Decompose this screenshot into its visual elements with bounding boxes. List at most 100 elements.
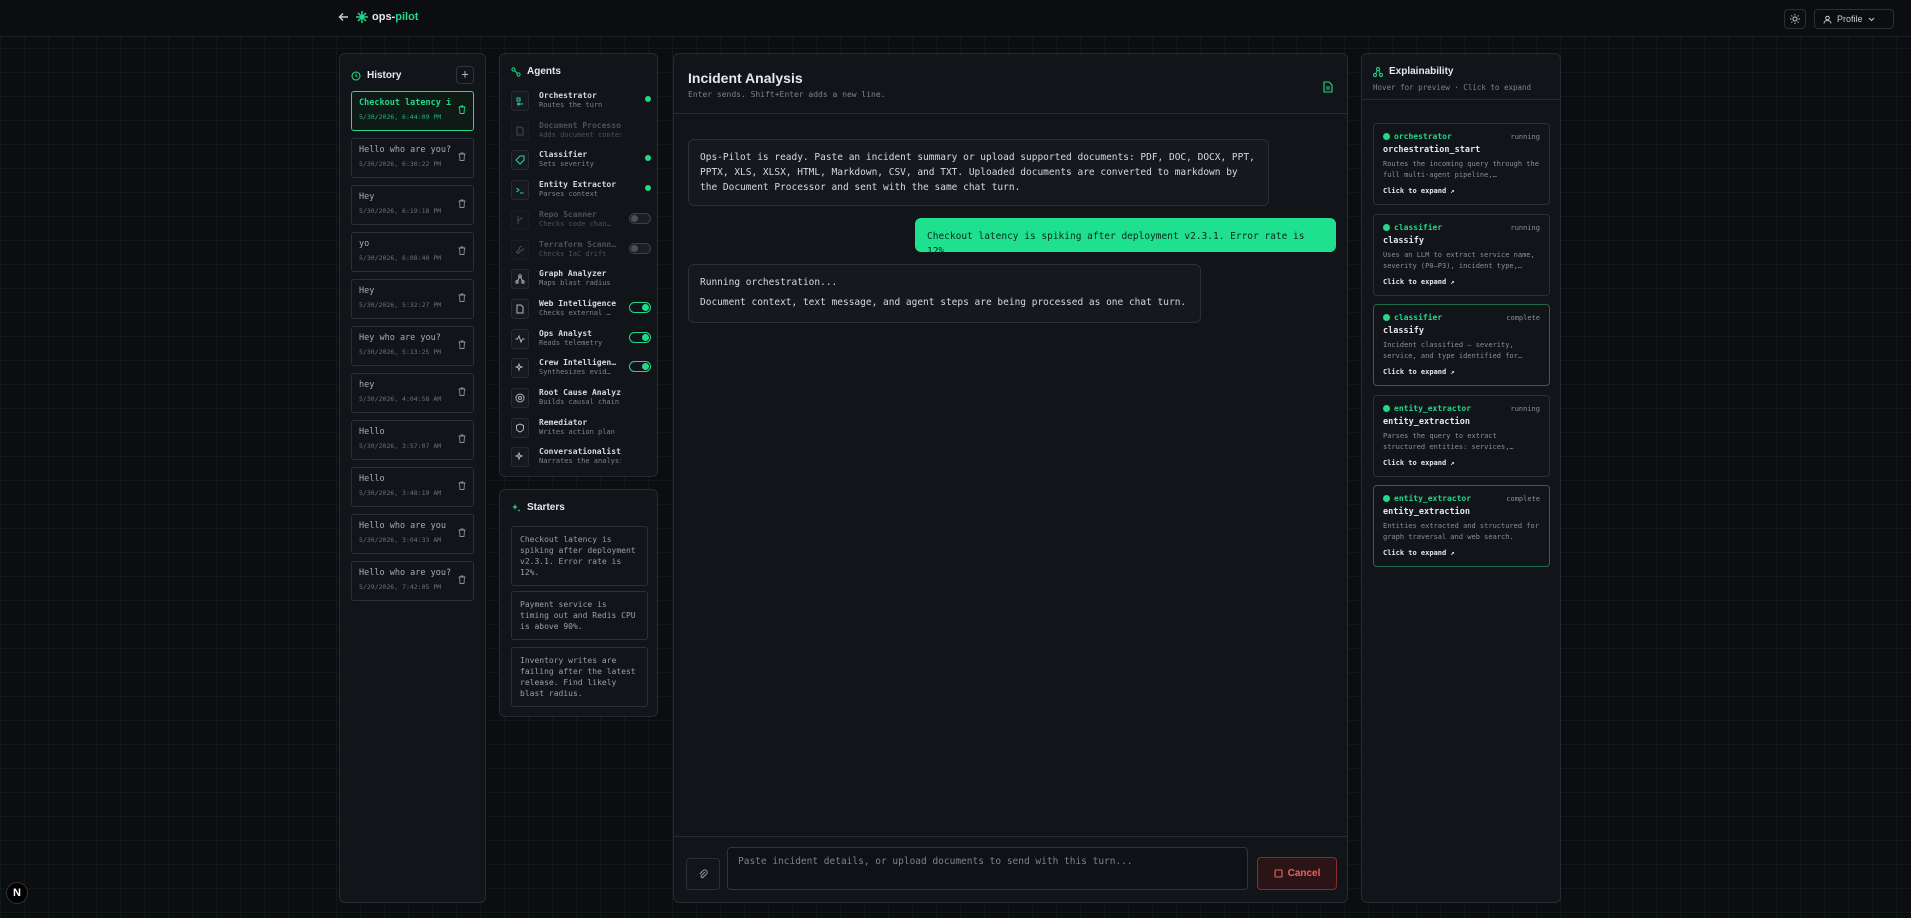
trash-icon[interactable] — [458, 522, 466, 537]
starter-prompt[interactable]: Payment service is timing out and Redis … — [511, 591, 648, 640]
app-logo[interactable]: ops-pilot — [356, 11, 418, 23]
history-item[interactable]: Hello 5/30/2026, 3:57:07 AM — [351, 420, 474, 460]
agent-item[interactable]: Graph Analyzer Maps blast radius — [511, 268, 651, 294]
history-item[interactable]: Hello 5/30/2026, 3:48:19 AM — [351, 467, 474, 507]
history-item[interactable]: Hello who are you? 5/30/2026, 6:30:22 PM — [351, 138, 474, 178]
history-item[interactable]: hey 5/30/2026, 4:04:58 AM — [351, 373, 474, 413]
agent-item[interactable]: Classifier Sets severity — [511, 149, 651, 175]
status-body: Document context, text message, and agen… — [700, 297, 1187, 308]
step-expand-link[interactable]: Click to expand ↗ — [1383, 187, 1455, 195]
agent-description: Builds causal chain — [539, 398, 620, 406]
terminal-icon — [511, 180, 529, 201]
history-item-date: 5/30/2026, 3:04:33 AM — [359, 536, 442, 544]
history-title: History — [367, 70, 402, 81]
step-title: classify — [1383, 326, 1424, 336]
agent-description: Checks IaC drift — [539, 249, 607, 258]
step-state: complete — [1506, 314, 1540, 322]
agent-name: Document Processor — [539, 120, 621, 130]
history-icon — [351, 70, 361, 81]
chat-subtitle: Enter sends. Shift+Enter adds a new line… — [688, 90, 886, 99]
step-state: complete — [1506, 495, 1540, 503]
trash-icon[interactable] — [458, 240, 466, 255]
profile-button[interactable]: Profile — [1814, 9, 1894, 29]
trash-icon[interactable] — [458, 381, 466, 396]
history-item[interactable]: Hey who are you? 5/30/2026, 5:13:25 PM — [351, 326, 474, 366]
history-item[interactable]: yo 5/30/2026, 6:08:40 PM — [351, 232, 474, 272]
agent-toggle-off[interactable] — [629, 242, 651, 254]
agent-toggle-on[interactable] — [629, 331, 651, 343]
step-agent: orchestrator — [1383, 132, 1452, 141]
agent-item[interactable]: Remediator Writes action plan — [511, 417, 651, 443]
explain-step-card[interactable]: entity_extractor complete entity_extractio… — [1373, 485, 1550, 567]
explain-step-card[interactable]: orchestrator running orchestration_start Ro… — [1373, 123, 1550, 205]
status-dot — [1383, 314, 1390, 321]
agent-item[interactable]: Entity Extractor Parses context — [511, 179, 651, 205]
new-chat-button[interactable]: + — [456, 66, 474, 84]
agent-toggle-on[interactable] — [629, 301, 651, 313]
step-expand-link[interactable]: Click to expand ↗ — [1383, 368, 1455, 376]
cancel-label: Cancel — [1287, 868, 1321, 879]
agent-item[interactable]: Conversationalist Narrates the analysis — [511, 446, 651, 472]
trash-icon[interactable] — [458, 193, 466, 208]
agent-name: Ops Analyst — [539, 328, 592, 338]
step-expand-link[interactable]: Click to expand ↗ — [1383, 278, 1455, 286]
trash-icon[interactable] — [458, 99, 466, 114]
agent-item[interactable]: Crew Intelligen… Synthesizes evid… — [511, 357, 651, 383]
agent-name: Crew Intelligen… — [539, 358, 617, 368]
file-icon — [511, 120, 529, 141]
history-item-title: Checkout latency i… — [359, 98, 451, 108]
explainability-title: Explainability — [1389, 66, 1454, 77]
explain-step-card[interactable]: entity_extractor running entity_extraction… — [1373, 394, 1550, 477]
agent-name: Orchestrator — [539, 91, 597, 100]
starter-prompt[interactable]: Checkout latency is spiking after deploy… — [511, 526, 648, 586]
agent-item[interactable]: Repo Scanner Checks code chan… — [511, 209, 651, 235]
step-description: Routes the incoming query through the fu… — [1383, 160, 1539, 179]
step-description: Incident classified — severity, service,… — [1383, 341, 1523, 360]
history-item-title: Hey who are you? — [359, 333, 441, 343]
agent-description: Sets severity — [539, 160, 594, 169]
history-item[interactable]: Hey 5/30/2026, 6:19:18 PM — [351, 185, 474, 225]
agent-item[interactable]: Document Processor Adds document context — [511, 120, 651, 146]
history-item[interactable]: Hello who are you 5/30/2026, 3:04:33 AM — [351, 514, 474, 554]
document-icon[interactable] — [1323, 78, 1333, 97]
dev-tools-badge[interactable]: N — [6, 882, 28, 904]
trash-icon[interactable] — [458, 428, 466, 443]
agent-item[interactable]: Root Cause AnalyzerBuilds causal chain — [511, 387, 651, 413]
history-item[interactable]: Hello who are you? 5/29/2026, 7:42:05 PM — [351, 561, 474, 601]
agent-toggle-off[interactable] — [629, 212, 651, 224]
trash-icon[interactable] — [458, 334, 466, 349]
agent-item[interactable]: Web Intelligence Checks external … — [511, 298, 651, 324]
trash-icon[interactable] — [458, 287, 466, 302]
history-item-date: 5/30/2026, 6:08:40 PM — [359, 254, 442, 262]
history-item[interactable]: Checkout latency i… 5/30/2026, 6:44:09 PM — [351, 91, 474, 131]
git-branch-icon — [511, 209, 529, 230]
explain-step-card[interactable]: classifier complete classify Incident class… — [1373, 304, 1550, 386]
theme-toggle-button[interactable] — [1784, 9, 1806, 29]
agent-toggle-on[interactable] — [629, 361, 651, 373]
attach-button[interactable] — [686, 858, 720, 890]
trash-icon[interactable] — [458, 146, 466, 161]
history-item[interactable]: Hey 5/30/2026, 5:32:27 PM — [351, 279, 474, 319]
chat-panel: Incident Analysis Enter sends. Shift+Ent… — [673, 53, 1348, 903]
agent-name: Root Cause Analyzer — [539, 388, 621, 397]
step-description: Parses the query to extract structured e… — [1383, 431, 1514, 451]
step-state: running — [1510, 404, 1540, 413]
trash-icon[interactable] — [458, 475, 466, 490]
agent-item[interactable]: Terraform Scann… Checks IaC drift — [511, 239, 651, 265]
explain-step-card[interactable]: classifier running classify Uses an LLM to … — [1373, 213, 1550, 296]
step-expand-link[interactable]: Click to expand ↗ — [1383, 549, 1455, 557]
history-item-date: 5/30/2026, 4:04:58 AM — [359, 395, 442, 403]
paperclip-icon — [699, 869, 708, 879]
message-input[interactable]: Paste incident details, or upload docume… — [727, 847, 1248, 890]
trash-icon[interactable] — [458, 569, 466, 584]
step-expand-link[interactable]: Click to expand ↗ — [1383, 459, 1455, 467]
starter-prompt[interactable]: Inventory writes are failing after the l… — [511, 647, 648, 707]
cancel-button[interactable]: Cancel — [1257, 857, 1337, 890]
step-agent-name: entity_extractor — [1394, 494, 1472, 503]
back-arrow-icon[interactable] — [338, 10, 352, 26]
agent-item[interactable]: Orchestrator Routes the turn — [511, 90, 651, 116]
agent-item[interactable]: Ops Analyst Reads telemetry — [511, 328, 651, 354]
agent-name: Web Intelligence — [539, 298, 617, 308]
step-agent-name: orchestrator — [1394, 132, 1452, 141]
explainability-divider — [1362, 99, 1560, 100]
